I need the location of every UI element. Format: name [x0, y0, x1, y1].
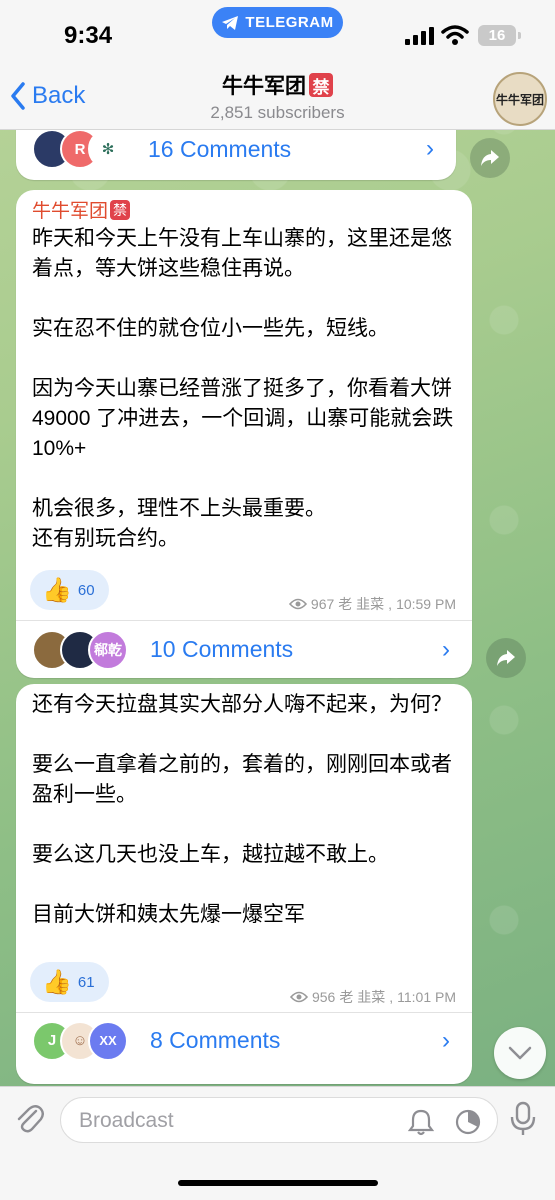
channel-avatar[interactable]: 牛牛军团 [493, 72, 547, 126]
ban-badge: 禁 [110, 199, 131, 220]
chevron-right-icon: › [442, 1026, 450, 1054]
chat-header: Back 牛牛军团 禁 2,851 subscribers 牛牛军团 [0, 62, 555, 130]
paperclip-icon[interactable] [14, 1101, 44, 1135]
post-time: 10:59 PM [396, 596, 456, 612]
bell-icon[interactable] [408, 1108, 434, 1136]
channel-avatar-text: 牛牛军团 [495, 92, 544, 107]
home-indicator [178, 1180, 378, 1186]
avatar: XX [88, 1020, 128, 1061]
comments-row[interactable]: 郗乾 10 Comments › [16, 620, 472, 678]
broadcast-input[interactable]: Broadcast [60, 1097, 498, 1143]
message-text: 昨天和今天上午没有上车山寨的，这里还是悠着点，等大饼这些稳住再说。 实在忍不住的… [32, 227, 454, 550]
message-meta: 956 老 韭菜, 11:01 PM [289, 987, 456, 1007]
chevron-right-icon: › [442, 635, 450, 663]
chevron-down-icon [508, 1046, 532, 1060]
scroll-down-button[interactable] [494, 1027, 546, 1079]
reaction-thumbs-up[interactable]: 👍 61 [30, 962, 109, 1002]
message-bubble: 牛牛军团 禁 昨天和今天上午没有上车山寨的，这里还是悠着点，等大饼这些稳住再说。… [16, 190, 472, 678]
message-text: 还有今天拉盘其实大部分人嗨不起来，为何？ 要么一直拿着之前的，套着的，刚刚回本或… [32, 693, 452, 926]
forward-icon [497, 650, 515, 666]
microphone-icon[interactable] [509, 1101, 537, 1137]
eye-icon [288, 598, 307, 610]
telegram-pill[interactable]: TELEGRAM [212, 7, 343, 38]
commenter-avatars: R ✻ [32, 129, 128, 169]
reaction-thumbs-up[interactable]: 👍 60 [30, 570, 109, 610]
message-bubble: 还有今天拉盘其实大部分人嗨不起来，为何？ 要么一直拿着之前的，套着的，刚刚回本或… [16, 684, 472, 1084]
view-count: 956 [311, 989, 336, 1005]
reaction-count: 60 [77, 581, 95, 599]
comments-count: 16 Comments [148, 135, 292, 162]
telegram-plane-icon [222, 15, 239, 30]
chevron-right-icon: › [426, 135, 434, 162]
share-button[interactable] [470, 138, 510, 178]
pill-label: TELEGRAM [245, 14, 334, 31]
channel-info[interactable]: 牛牛军团 禁 2,851 subscribers [0, 70, 555, 123]
avatar: 郗乾 [88, 629, 128, 670]
comments-count: 8 Comments [150, 1027, 281, 1053]
forward-icon [481, 150, 499, 166]
message-meta: 967 老 韭菜, 10:59 PM [288, 594, 456, 614]
post-author: 老 韭菜 [339, 989, 386, 1005]
eye-icon [289, 991, 308, 1003]
subscriber-count: 2,851 subscribers [210, 103, 345, 122]
comments-row[interactable]: J ☺ XX 8 Comments › [16, 1012, 472, 1068]
broadcast-placeholder: Broadcast [79, 1109, 174, 1132]
commenter-avatars: 郗乾 [32, 629, 128, 670]
view-count: 967 [310, 596, 335, 612]
status-bar: 9:34 TELEGRAM 16 [0, 0, 555, 62]
thumbs-up-icon: 👍 [42, 576, 72, 604]
reaction-count: 61 [77, 973, 95, 991]
comments-count: 10 Comments [150, 636, 294, 662]
post-time: 11:01 PM [397, 989, 456, 1005]
avatar: ✻ [88, 129, 128, 169]
thumbs-up-icon: 👍 [42, 968, 72, 996]
channel-title: 牛牛军团 [222, 75, 306, 98]
ban-badge: 禁 [309, 73, 333, 97]
wifi-icon [441, 25, 469, 45]
signal-icon [405, 27, 434, 45]
share-button[interactable] [486, 638, 526, 678]
battery-icon: 16 [478, 25, 521, 46]
post-author: 老 韭菜 [338, 596, 385, 612]
battery-level: 16 [488, 27, 506, 44]
commenter-avatars: J ☺ XX [32, 1020, 128, 1061]
status-time: 9:34 [64, 22, 113, 49]
sender-name[interactable]: 牛牛军团 禁 [32, 196, 458, 223]
schedule-icon[interactable] [454, 1108, 482, 1136]
